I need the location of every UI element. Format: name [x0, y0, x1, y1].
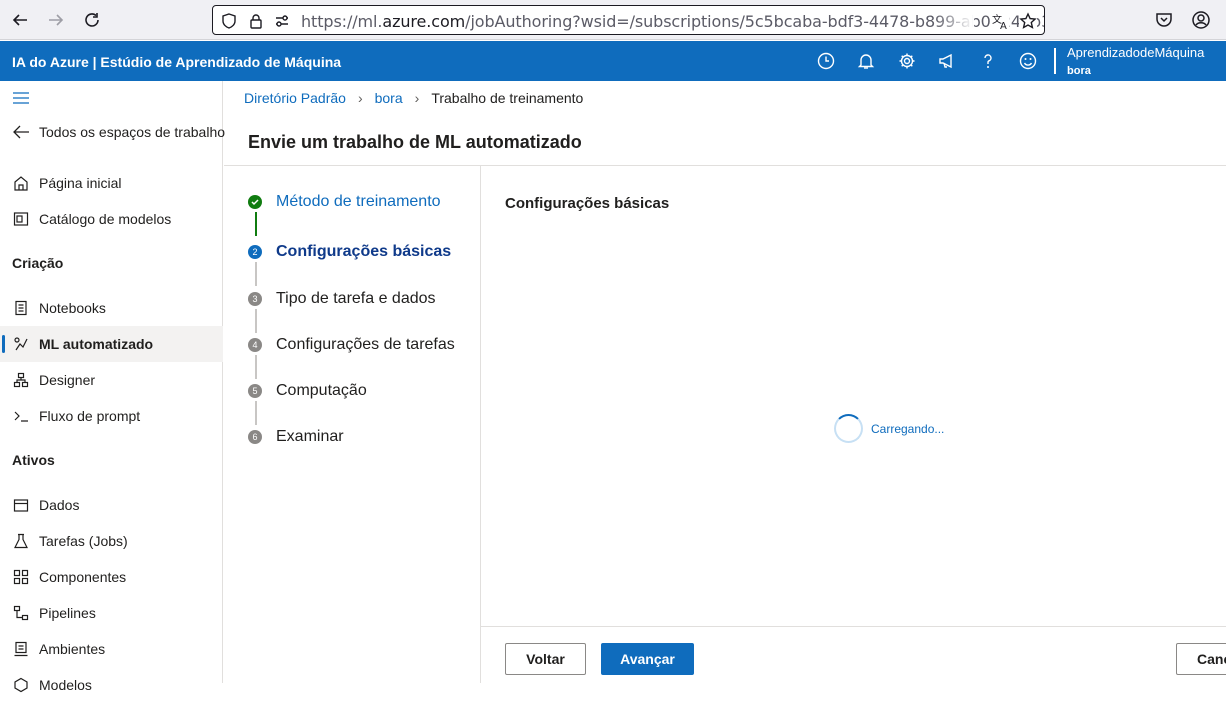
pocket-icon[interactable]: [1152, 8, 1176, 32]
hamburger-icon[interactable]: [12, 89, 30, 107]
shield-icon[interactable]: [220, 12, 238, 30]
sidebar-item-environments[interactable]: Ambientes: [0, 631, 223, 667]
chevron-right-icon: ›: [414, 90, 420, 106]
pipeline-icon: [12, 604, 30, 622]
menu-toggle[interactable]: [0, 81, 223, 115]
prompt-icon: [12, 407, 30, 425]
reload-icon[interactable]: [80, 8, 104, 32]
home-icon: [12, 174, 30, 192]
permissions-icon[interactable]: [273, 12, 291, 30]
sidebar-item-jobs[interactable]: Tarefas (Jobs): [0, 523, 223, 559]
environment-icon: [12, 640, 30, 658]
account-name[interactable]: AprendizadodeMáquina: [1067, 45, 1204, 60]
sidebar-item-home[interactable]: Página inicial: [0, 165, 223, 201]
clock-icon[interactable]: [815, 50, 837, 72]
breadcrumb-current: Trabalho de treinamento: [431, 90, 584, 106]
section-create-heading: Criação: [12, 255, 64, 271]
step-compute[interactable]: 5 Computação: [248, 380, 367, 402]
flask-icon: [12, 532, 30, 550]
app-header: IA do Azure | Estúdio de Aprendizado de …: [0, 41, 1226, 81]
catalog-icon: [12, 210, 30, 228]
sidebar-item-components[interactable]: Componentes: [0, 559, 223, 595]
chevron-right-icon: ›: [357, 90, 363, 106]
automl-icon: [12, 335, 30, 353]
loading-text: Carregando...: [871, 422, 945, 436]
next-button[interactable]: Avançar: [601, 643, 694, 675]
page-title: Envie um trabalho de ML automatizado: [248, 132, 582, 152]
cancel-button[interactable]: Cancelar: [1176, 643, 1226, 675]
step-basic-settings[interactable]: 2 Configurações básicas: [248, 241, 451, 263]
smiley-icon[interactable]: [1017, 50, 1039, 72]
workspace-name[interactable]: bora: [1067, 65, 1091, 77]
breadcrumb-default-directory[interactable]: Diretório Padrão: [244, 90, 346, 106]
data-icon: [12, 496, 30, 514]
address-bar[interactable]: https://ml.azure.com/jobAuthoring?wsid=/…: [212, 5, 1045, 35]
all-workspaces-link[interactable]: Todos os espaços de trabalho: [0, 114, 225, 150]
svg-text:A: A: [1000, 21, 1007, 30]
section-assets-heading: Ativos: [12, 452, 55, 468]
bell-icon[interactable]: [855, 50, 877, 72]
wizard-stepper: Método de treinamento 2 Configurações bá…: [224, 166, 481, 683]
step-task-type-data[interactable]: 3 Tipo de tarefa e dados: [248, 288, 436, 310]
sidebar-item-models[interactable]: Modelos: [0, 667, 223, 703]
designer-icon: [12, 371, 30, 389]
sidebar-item-model-catalog[interactable]: Catálogo de modelos: [0, 201, 223, 237]
step-task-settings[interactable]: 4 Configurações de tarefas: [248, 334, 455, 356]
browser-toolbar: https://ml.azure.com/jobAuthoring?wsid=/…: [0, 0, 1226, 40]
breadcrumb: Diretório Padrão › bora › Trabalho de treina…: [244, 90, 583, 108]
translate-icon[interactable]: 文A: [991, 12, 1009, 30]
sidebar-item-automl[interactable]: ML automatizado: [0, 326, 223, 362]
back-arrow-icon[interactable]: [8, 8, 32, 32]
notebook-icon: [12, 299, 30, 317]
help-icon[interactable]: [977, 50, 999, 72]
sidebar: Todos os espaços de trabalho Página inic…: [0, 81, 225, 693]
model-icon: [12, 676, 30, 694]
sidebar-item-notebooks[interactable]: Notebooks: [0, 290, 223, 326]
account-icon[interactable]: [1189, 8, 1213, 32]
back-button[interactable]: Voltar: [505, 643, 586, 675]
section-title: Configurações básicas: [505, 195, 670, 212]
megaphone-icon[interactable]: [936, 50, 958, 72]
breadcrumb-workspace[interactable]: bora: [375, 90, 403, 106]
lock-icon[interactable]: [247, 12, 265, 30]
back-arrow-icon: [12, 123, 30, 141]
sidebar-item-designer[interactable]: Designer: [0, 362, 223, 398]
step-review[interactable]: 6 Examinar: [248, 426, 344, 448]
star-icon[interactable]: [1019, 12, 1037, 30]
forward-arrow-icon[interactable]: [44, 8, 68, 32]
sidebar-item-pipelines[interactable]: Pipelines: [0, 595, 223, 631]
checkmark-icon: [248, 195, 262, 209]
app-title[interactable]: IA do Azure | Estúdio de Aprendizado de …: [12, 54, 341, 70]
sidebar-item-data[interactable]: Dados: [0, 487, 223, 523]
step-training-method[interactable]: Método de treinamento: [248, 191, 441, 213]
sidebar-item-prompt-flow[interactable]: Fluxo de prompt: [0, 398, 223, 434]
gear-icon[interactable]: [896, 50, 918, 72]
components-icon: [12, 568, 30, 586]
loading-spinner-icon: [834, 414, 863, 443]
